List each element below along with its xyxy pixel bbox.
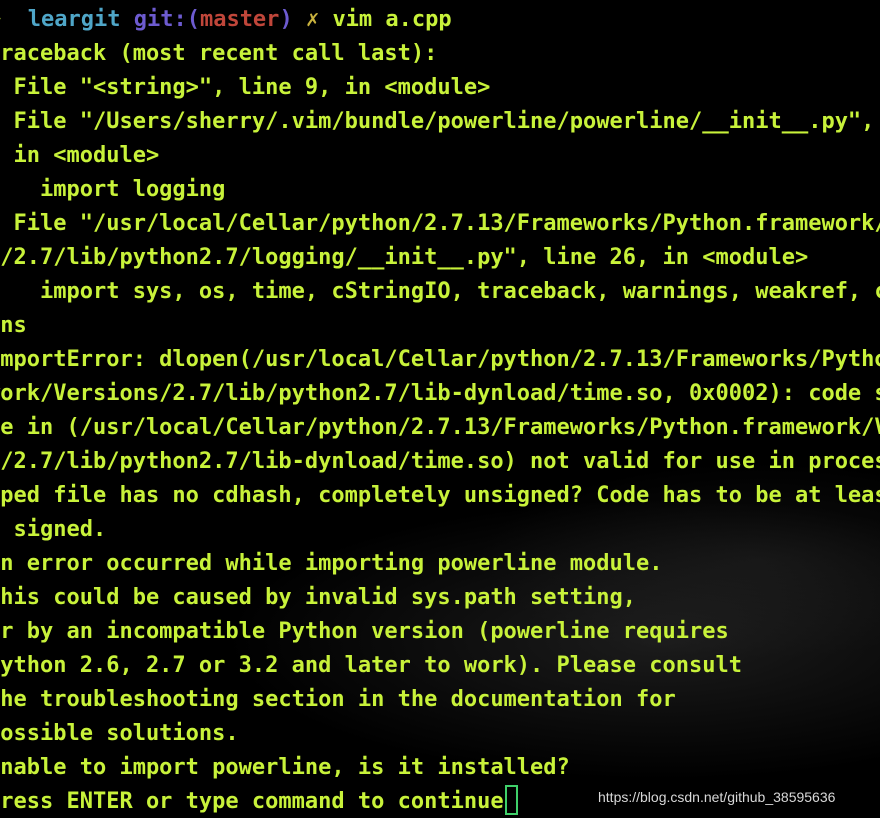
- output-line: This could be caused by invalid sys.path…: [0, 585, 637, 610]
- output-line: import logging: [0, 177, 226, 202]
- prompt-command: vim a.cpp: [332, 7, 452, 32]
- continue-prompt-line[interactable]: Press ENTER or type command to continue: [0, 785, 518, 818]
- output-line: work/Versions/2.7/lib/python2.7/lib-dynl…: [0, 381, 880, 406]
- output-line: ImportError: dlopen(/usr/local/Cellar/py…: [0, 347, 880, 372]
- prompt-branch: master: [199, 7, 280, 32]
- output-line: File "/Users/sherry/.vim/bundle/powerlin…: [13, 109, 875, 134]
- shell-prompt-line: ➜ leargit git:(master) ✗ vim a.cpp: [0, 3, 452, 37]
- output-line: re in (/usr/local/Cellar/python/2.7.13/F…: [0, 415, 880, 440]
- prompt-arrow-icon: ➜: [0, 7, 1, 32]
- prompt-paren-close: ): [279, 7, 293, 32]
- output-line: s/2.7/lib/python2.7/lib-dynload/time.so)…: [0, 449, 880, 474]
- output-line: import sys, os, time, cStringIO, traceba…: [39, 279, 880, 304]
- output-line: Unable to import powerline, is it instal…: [0, 755, 570, 780]
- output-line: or by an incompatible Python version (po…: [0, 619, 729, 644]
- prompt-paren-open: (: [186, 7, 200, 32]
- terminal-window[interactable]: ➜ leargit git:(master) ✗ vim a.cpp Trace…: [0, 0, 880, 818]
- watermark: https://blog.csdn.net/github_38595636: [598, 789, 836, 805]
- output-line: An error occurred while importing powerl…: [0, 551, 663, 576]
- continue-prompt: Press ENTER or type command to continue: [0, 789, 504, 814]
- prompt-git-label: git:: [133, 7, 187, 32]
- output-line: pped file has no cdhash, completely unsi…: [0, 483, 880, 508]
- output-line: File "/usr/local/Cellar/python/2.7.13/Fr…: [13, 211, 880, 236]
- output-line: File "<string>", line 9, in <module>: [0, 75, 491, 100]
- output-line: c signed.: [0, 517, 107, 542]
- text-cursor: [504, 785, 518, 815]
- output-line: ons: [0, 313, 27, 338]
- output-line: Traceback (most recent call last):: [0, 41, 438, 66]
- output-line: Python 2.6, 2.7 or 3.2 and later to work…: [0, 653, 742, 678]
- output-line: s/2.7/lib/python2.7/logging/__init__.py"…: [0, 245, 809, 270]
- dirty-mark-icon: ✗: [305, 7, 320, 32]
- output-line: possible solutions.: [0, 721, 239, 746]
- output-line: in <module>: [0, 143, 160, 168]
- prompt-directory: leargit: [27, 7, 121, 32]
- output-line: the troubleshooting section in the docum…: [0, 687, 676, 712]
